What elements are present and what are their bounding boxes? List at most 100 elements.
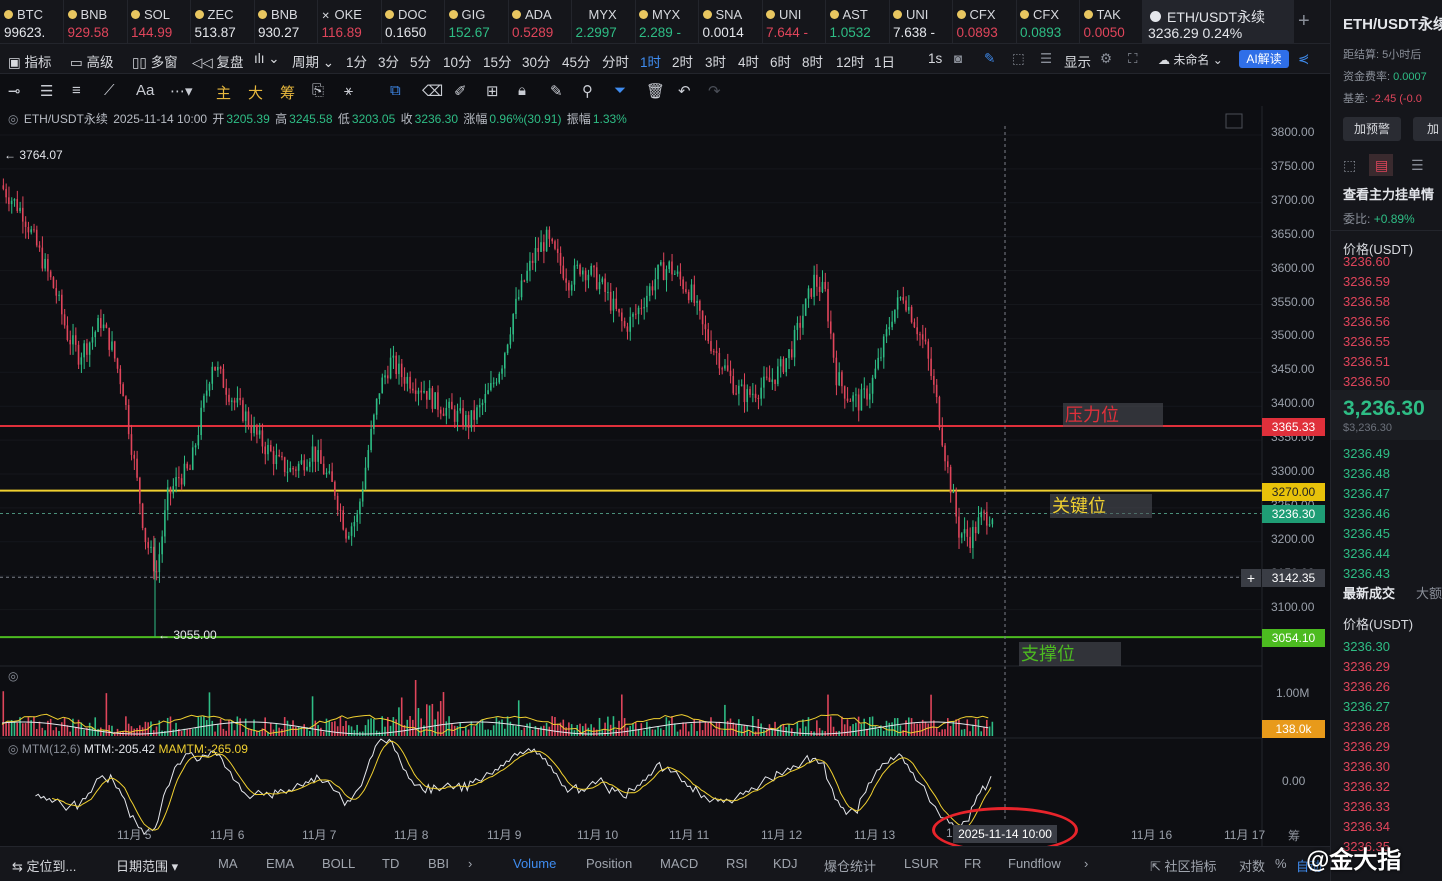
bid-price[interactable]: 3236.49 — [1343, 446, 1390, 461]
measure-icon[interactable]: ⊞ — [486, 82, 499, 100]
interval-4[interactable]: 15分 — [483, 51, 512, 71]
ticker-item[interactable]: ADA 0.5289 — [508, 0, 572, 44]
interval-10[interactable]: 3时 — [705, 51, 726, 71]
trend-line-icon[interactable]: ⟋ — [104, 82, 115, 99]
link-icon[interactable]: ⚲ — [582, 82, 593, 100]
redo-icon[interactable]: ↷ — [708, 82, 721, 100]
interval-1s[interactable]: 1s — [928, 51, 942, 66]
ticker-item[interactable]: BTC 99623. — [0, 0, 64, 44]
orderbook-buy-icon[interactable]: ☰ — [1411, 157, 1424, 174]
multi-window-button[interactable]: ▯▯ 多窗 — [132, 51, 178, 71]
indicator-boll[interactable]: BOLL — [322, 856, 355, 871]
interval-15[interactable]: 1日 — [874, 51, 895, 71]
locate-button[interactable]: ⇆ 定位到... — [12, 856, 76, 875]
ask-price[interactable]: 3236.56 — [1343, 314, 1390, 329]
eye-icon[interactable]: ◎ — [8, 112, 18, 126]
interval-5[interactable]: 30分 — [522, 51, 551, 71]
fullscreen-icon[interactable]: ⛶ — [1128, 51, 1137, 67]
ask-price[interactable]: 3236.58 — [1343, 294, 1390, 309]
ticker-item[interactable]: DOC 0.1650 — [381, 0, 445, 44]
ticker-item[interactable]: MYX 2.2997 — [572, 0, 636, 44]
share-icon[interactable]: ⋞ — [1298, 51, 1309, 67]
ticker-item[interactable]: BNB 929.58 — [64, 0, 128, 44]
interval-7[interactable]: 分时 — [602, 51, 629, 71]
big-order-button[interactable]: 大 — [248, 82, 263, 103]
indicator-ema[interactable]: EMA — [266, 856, 294, 871]
log-toggle[interactable]: 对数 — [1239, 856, 1265, 875]
settings-icon[interactable]: ⚙ — [1100, 51, 1112, 67]
replay-button[interactable]: ◁◁ 复盘 — [192, 51, 244, 71]
interval-9[interactable]: 2时 — [672, 51, 693, 71]
parallel-lines-icon[interactable]: ≡ — [72, 82, 81, 99]
add-alert-button[interactable]: 加预警 — [1343, 117, 1401, 141]
interval-11[interactable]: 4时 — [738, 51, 759, 71]
indicator-爆仓统计[interactable]: 爆仓统计 — [824, 856, 876, 875]
ticker-item[interactable]: AST 1.0532 — [826, 0, 890, 44]
edit-icon[interactable]: ✎ — [550, 82, 563, 100]
indicator-ma[interactable]: MA — [218, 856, 238, 871]
add-line-icon[interactable]: + — [1241, 569, 1261, 587]
delete-icon[interactable]: 🗑︎ — [646, 82, 665, 100]
chevron-right-icon[interactable]: › — [1084, 856, 1088, 871]
interval-6[interactable]: 45分 — [562, 51, 591, 71]
ask-price[interactable]: 3236.51 — [1343, 354, 1390, 369]
ticker-item[interactable]: SNA 0.0014 — [699, 0, 763, 44]
bid-price[interactable]: 3236.47 — [1343, 486, 1390, 501]
interval-2[interactable]: 5分 — [410, 51, 431, 71]
orderbook-both-icon[interactable]: ⬚ — [1343, 157, 1356, 174]
ask-price[interactable]: 3236.60 — [1343, 254, 1390, 269]
eraser-icon[interactable]: ⌫ — [422, 82, 443, 100]
ticker-item[interactable]: GIG 152.67 — [445, 0, 509, 44]
date-range-button[interactable]: 日期范围 ▾ — [116, 856, 178, 875]
indicator-macd[interactable]: MACD — [660, 856, 698, 871]
copy-icon[interactable]: ⧉ — [390, 82, 401, 99]
pencil-icon[interactable]: ✎ — [984, 51, 995, 67]
trades-tab[interactable]: 最新成交 — [1343, 583, 1395, 602]
indicator-td[interactable]: TD — [382, 856, 399, 871]
community-indicator-button[interactable]: ⇱ 社区指标 — [1150, 856, 1217, 875]
chevron-right-icon[interactable]: › — [468, 856, 472, 871]
bid-price[interactable]: 3236.46 — [1343, 506, 1390, 521]
ticker-item[interactable]: MYX 2.289 - — [635, 0, 699, 44]
interval-12[interactable]: 6时 — [770, 51, 791, 71]
indicators-button[interactable]: ▣ 指标 — [8, 51, 52, 71]
undo-icon[interactable]: ↶ — [678, 82, 691, 100]
interval-0[interactable]: 1分 — [346, 51, 367, 71]
price-chart[interactable] — [0, 106, 1330, 846]
ticker-item[interactable]: CFX 0.0893 — [953, 0, 1017, 44]
display-button[interactable]: 显示 — [1064, 51, 1091, 71]
big-trades-tab[interactable]: 大额 — [1416, 583, 1442, 602]
interval-14[interactable]: 12时 — [836, 51, 865, 71]
indicator-rsi[interactable]: RSI — [726, 856, 748, 871]
ticker-item[interactable]: UNI 7.638 - — [889, 0, 953, 44]
bid-price[interactable]: 3236.44 — [1343, 546, 1390, 561]
horizontal-line-icon[interactable]: ⊸ — [8, 82, 21, 100]
key-zone-label[interactable]: 关键位 — [1050, 494, 1152, 518]
lock-icon[interactable]: 🔒︎ — [518, 82, 526, 99]
indicator-fundflow[interactable]: Fundflow — [1008, 856, 1061, 871]
indicator-bbi[interactable]: BBI — [428, 856, 449, 871]
interval-13[interactable]: 8时 — [802, 51, 823, 71]
filter-icon[interactable]: ⏷ — [614, 82, 626, 99]
ask-price[interactable]: 3236.59 — [1343, 274, 1390, 289]
active-ticker-tab[interactable]: ETH/USDT永续 3236.29 0.24% — [1142, 0, 1294, 44]
indicator-lsur[interactable]: LSUR — [904, 856, 939, 871]
camera-icon[interactable]: ◙ — [954, 51, 962, 66]
ticker-item[interactable]: CFX 0.0893 — [1016, 0, 1080, 44]
ticker-item[interactable]: TAK 0.0050 — [1080, 0, 1144, 44]
ticker-item[interactable]: BNB 930.27 — [254, 0, 318, 44]
ticker-item[interactable]: SOL 144.99 — [127, 0, 191, 44]
advanced-button[interactable]: ▭ 高级 — [70, 51, 114, 71]
ai-analysis-button[interactable]: AI解读 — [1239, 50, 1289, 68]
chart-type-button[interactable]: ılı ⌄ — [254, 51, 280, 67]
resistance-zone-label[interactable]: 压力位 — [1063, 403, 1163, 427]
indicator-volume[interactable]: Volume — [513, 856, 556, 871]
support-zone-label[interactable]: 支撑位 — [1019, 642, 1121, 666]
pen-icon[interactable]: ✐ — [454, 82, 467, 100]
indicator-fr[interactable]: FR — [964, 856, 981, 871]
text-tool-icon[interactable]: Aa — [136, 82, 154, 99]
percent-toggle[interactable]: % — [1275, 856, 1287, 871]
ticker-item[interactable]: UNI 7.644 - — [762, 0, 826, 44]
orderbook-sell-icon[interactable]: ▤ — [1375, 157, 1388, 174]
brush-icon[interactable]: ⎘ — [312, 82, 324, 99]
